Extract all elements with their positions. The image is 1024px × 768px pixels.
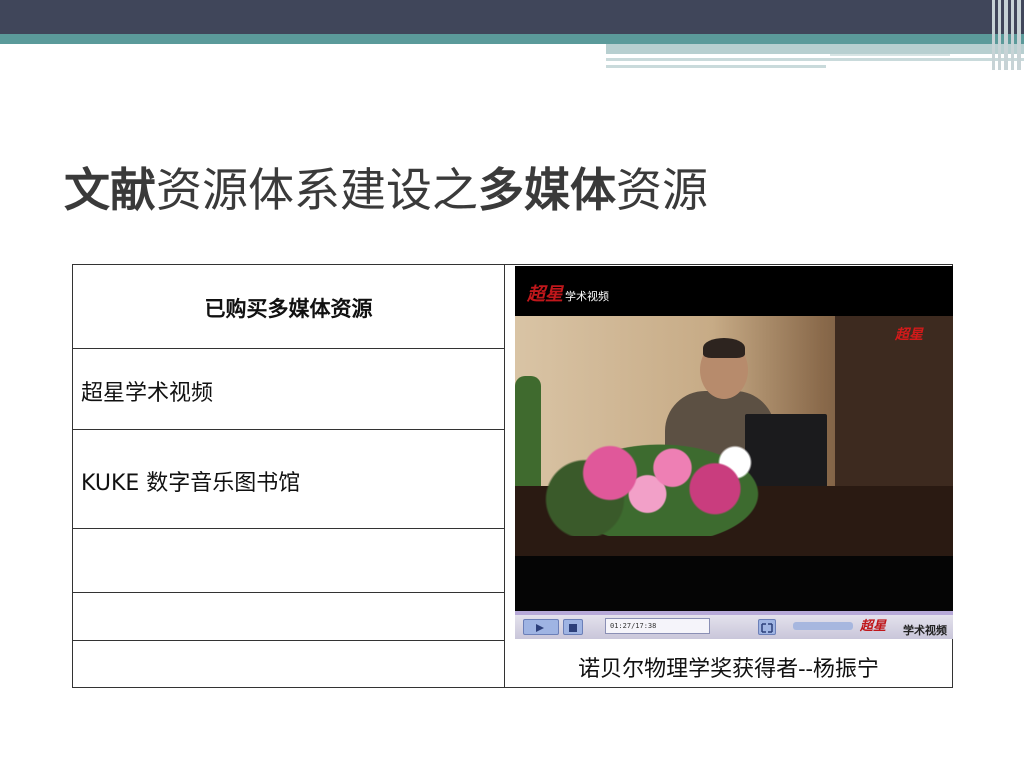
speaker-hair bbox=[703, 338, 745, 358]
stop-icon bbox=[569, 624, 577, 632]
logo-text: 学术视频 bbox=[565, 290, 609, 303]
header-band-light bbox=[606, 44, 1024, 54]
table-row: 超星学术视频 bbox=[73, 349, 504, 430]
video-cell: 超星 学术视频 超星 01:27/17:38 超星 学术视频 诺贝尔物理学奖获得… bbox=[504, 264, 953, 688]
header-line bbox=[606, 58, 1024, 61]
logo: 超星 bbox=[527, 284, 563, 305]
title-part: 资源 bbox=[616, 163, 708, 217]
table-cell: KUKE 数字音乐图书馆 bbox=[81, 471, 301, 496]
table-header: 已购买多媒体资源 bbox=[204, 297, 373, 321]
fullscreen-icon bbox=[761, 623, 773, 633]
header-line bbox=[830, 54, 950, 56]
video-topbar: 超星 学术视频 bbox=[515, 266, 953, 316]
title-part: 多媒体 bbox=[478, 163, 616, 217]
title-part: 文献 bbox=[64, 163, 156, 217]
play-button[interactable] bbox=[523, 619, 559, 635]
title-part: 资源体系建设之 bbox=[156, 163, 478, 217]
table-header-row: 已购买多媒体资源 bbox=[73, 265, 504, 349]
brand-logo: 超星 bbox=[860, 619, 887, 634]
table-row: KUKE 数字音乐图书馆 bbox=[73, 430, 504, 529]
fullscreen-button[interactable] bbox=[758, 619, 776, 635]
flower-arrangement bbox=[535, 431, 785, 536]
video-caption: 诺贝尔物理学奖获得者--杨振宁 bbox=[578, 657, 879, 682]
header-stripes bbox=[990, 0, 1024, 70]
table-cell: 超星学术视频 bbox=[81, 381, 214, 406]
video-player[interactable]: 超星 学术视频 超星 01:27/17:38 超星 学术视频 bbox=[515, 266, 953, 639]
play-icon bbox=[536, 624, 544, 632]
slide-title: 文献资源体系建设之多媒体资源 bbox=[64, 150, 964, 230]
resource-table: 已购买多媒体资源 超星学术视频 KUKE 数字音乐图书馆 bbox=[72, 264, 504, 688]
header-band-teal bbox=[0, 34, 1024, 44]
stop-button[interactable] bbox=[563, 619, 583, 635]
brand-text: 学术视频 bbox=[903, 624, 947, 637]
table-row bbox=[73, 641, 504, 687]
header-band-dark bbox=[0, 0, 1024, 34]
video-letterbox bbox=[515, 556, 953, 611]
watermark: 超星 bbox=[895, 327, 923, 343]
table-row bbox=[73, 593, 504, 641]
time-display: 01:27/17:38 bbox=[605, 618, 710, 634]
header-line bbox=[606, 65, 826, 68]
volume-slider[interactable] bbox=[793, 622, 853, 630]
table-row bbox=[73, 529, 504, 593]
video-progress-bar[interactable] bbox=[515, 611, 953, 615]
video-frame: 超星 bbox=[515, 316, 953, 556]
